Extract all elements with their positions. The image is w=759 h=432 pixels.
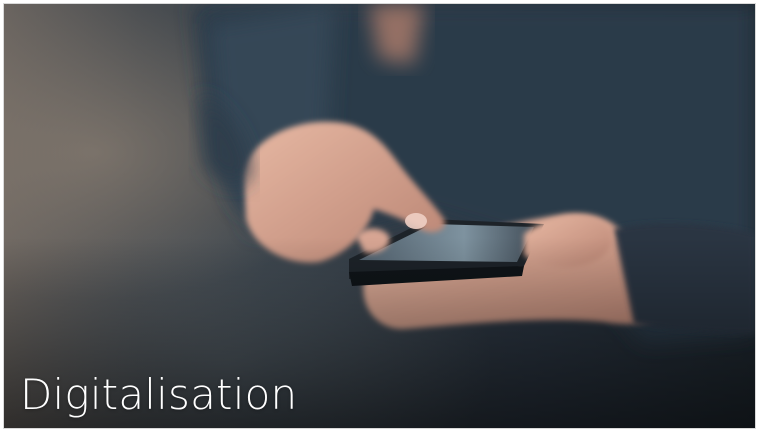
digitalisation-card[interactable]: Digitalisation	[4, 4, 755, 428]
person-using-smartphone-photo	[4, 4, 755, 428]
card-title: Digitalisation	[20, 370, 298, 419]
